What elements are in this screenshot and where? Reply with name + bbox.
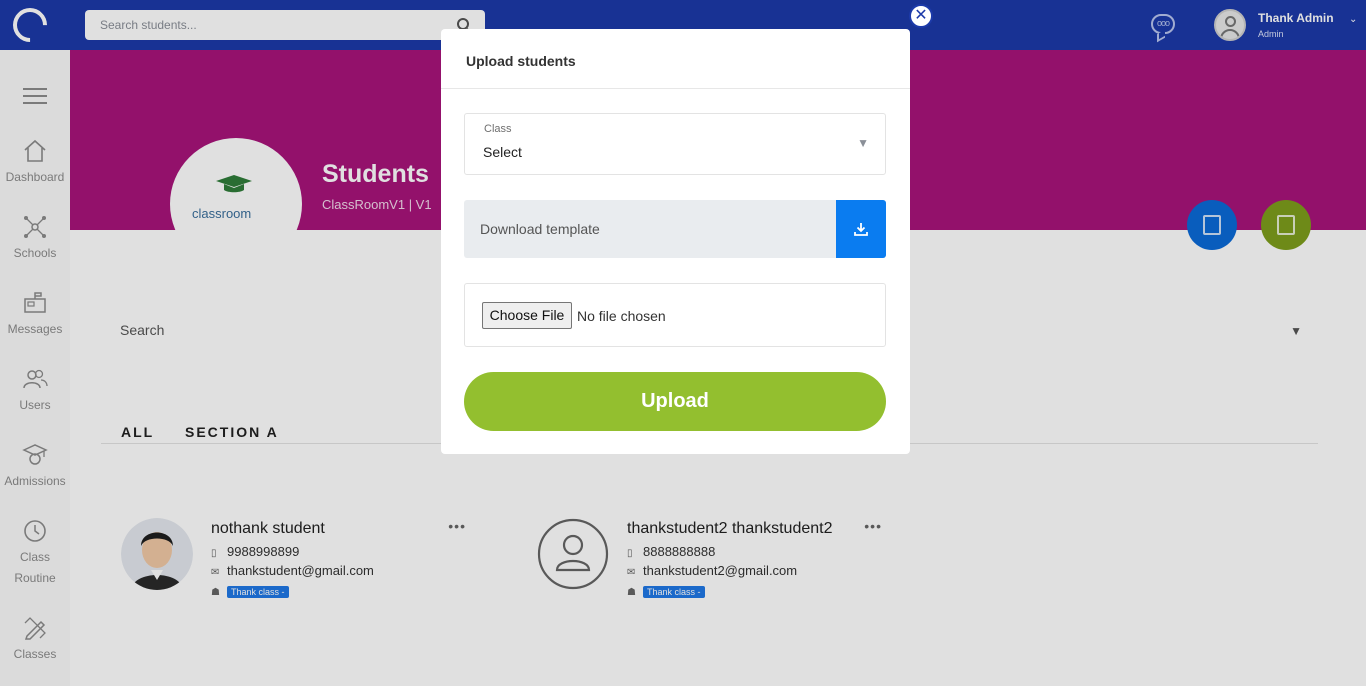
class-select[interactable]: Class Select ▼ <box>464 113 886 175</box>
download-template-field: Download template <box>464 200 886 258</box>
class-select-label: Class <box>484 123 512 135</box>
modal-title: Upload students <box>441 29 910 89</box>
upload-students-modal: Upload students Class Select ▼ Download … <box>441 29 910 454</box>
choose-file-button[interactable]: Choose File <box>482 302 572 329</box>
download-icon <box>854 223 868 236</box>
file-status: No file chosen <box>577 308 666 324</box>
caret-down-icon[interactable]: ▼ <box>857 136 869 150</box>
upload-button[interactable]: Upload <box>464 372 886 431</box>
class-select-value: Select <box>483 144 522 160</box>
file-input: Choose File No file chosen <box>464 283 886 347</box>
download-template-button[interactable] <box>836 200 886 258</box>
close-icon[interactable]: ✕ <box>909 4 933 28</box>
download-template-label: Download template <box>480 221 600 237</box>
